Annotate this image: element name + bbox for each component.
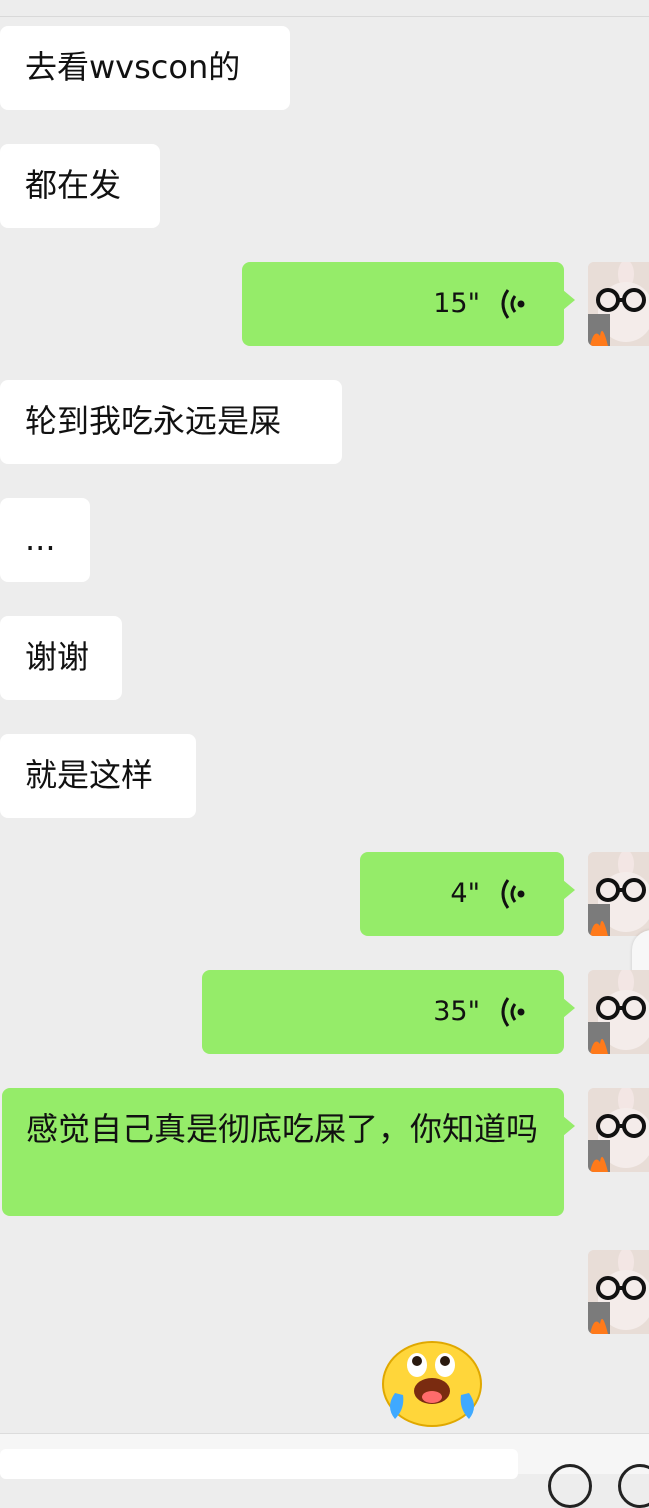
bunny-glasses-avatar-icon [588, 262, 649, 346]
message-text: 轮到我吃永远是屎 [25, 402, 282, 440]
message-text: 谢谢 [25, 638, 90, 676]
bunny-glasses-avatar-icon [588, 1088, 649, 1172]
more-button[interactable] [618, 1464, 649, 1508]
voice-message-bubble[interactable]: 4" [360, 852, 575, 936]
bunny-glasses-avatar-icon [588, 1250, 649, 1334]
chat-input-bar [0, 1433, 649, 1508]
message-bubble-incoming[interactable]: 谢谢 [0, 616, 122, 700]
bunny-glasses-avatar-icon [588, 970, 649, 1054]
voice-duration: 4" [450, 878, 480, 909]
avatar[interactable] [588, 262, 649, 346]
top-divider [0, 0, 649, 17]
avatar[interactable] [588, 1088, 649, 1172]
message-bubble-outgoing[interactable]: 感觉自己真是彻底吃屎了，你知道吗 [2, 1088, 575, 1216]
voice-message-bubble[interactable]: 35" [202, 970, 575, 1054]
message-bubble-incoming[interactable]: 轮到我吃永远是屎 [0, 380, 342, 464]
crying-laughing-emoji-icon[interactable] [381, 1337, 483, 1427]
message-text: 就是这样 [25, 756, 154, 794]
avatar[interactable] [588, 852, 649, 936]
voice-wave-icon [501, 289, 525, 319]
message-text: ... [25, 520, 56, 558]
message-text: 感觉自己真是彻底吃屎了，你知道吗 [26, 1110, 539, 1148]
avatar[interactable] [588, 970, 649, 1054]
message-bubble-incoming[interactable]: ... [0, 498, 90, 582]
message-text: 都在发 [25, 166, 122, 204]
voice-wave-icon [501, 997, 525, 1027]
message-text: 去看wvscon的 [25, 48, 241, 86]
message-bubble-incoming[interactable]: 就是这样 [0, 734, 196, 818]
emoji-button[interactable] [548, 1464, 592, 1508]
voice-duration: 15" [433, 288, 480, 319]
voice-message-bubble[interactable]: 15" [242, 262, 575, 346]
message-bubble-incoming[interactable]: 都在发 [0, 144, 160, 228]
voice-duration: 35" [433, 996, 480, 1027]
message-input[interactable] [0, 1449, 518, 1479]
voice-wave-icon [501, 879, 525, 909]
bunny-glasses-avatar-icon [588, 852, 649, 936]
avatar[interactable] [588, 1250, 649, 1334]
message-bubble-incoming[interactable]: 去看wvscon的 [0, 26, 290, 110]
